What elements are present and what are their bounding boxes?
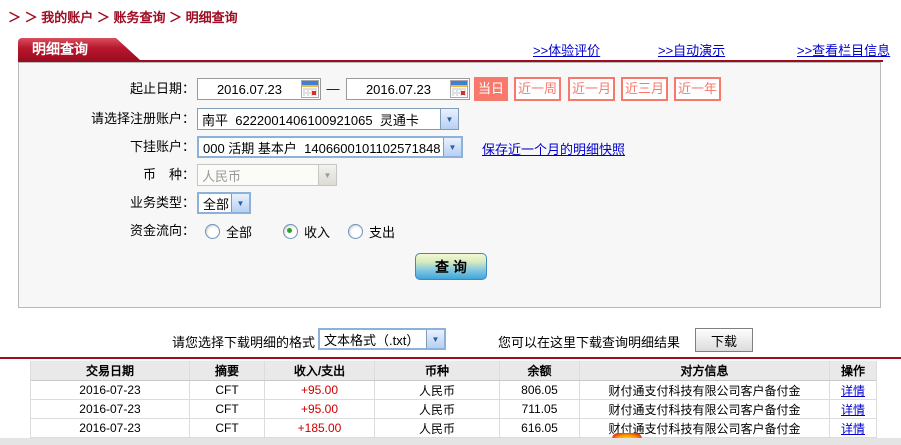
header-counterparty: 对方信息	[580, 361, 830, 380]
flow-option-label: 全部	[226, 224, 253, 240]
cell-amount: +95.00	[265, 381, 375, 399]
radio-icon[interactable]	[348, 223, 363, 239]
tab-detail-query[interactable]: 明细查询	[18, 38, 140, 60]
breadcrumb[interactable]: ＞ ＞ 我的账户 ＞ 账务查询 ＞ 明细查询	[8, 7, 238, 26]
chevron-down-icon[interactable]: ▼	[443, 138, 461, 156]
cell-summary: CFT	[190, 419, 265, 437]
table-body: 2016-07-23 CFT +95.00 人民币 806.05 财付通支付科技…	[31, 381, 876, 438]
flow-radio-expense[interactable]: 支出	[348, 222, 395, 240]
biz-type-select[interactable]: 全部 ▼	[197, 192, 251, 214]
save-snapshot-link[interactable]: 保存近一个月的明细快照	[482, 139, 625, 158]
query-button[interactable]: 查 询	[415, 253, 487, 280]
download-button[interactable]: 下载	[695, 328, 753, 352]
download-format-select[interactable]: 文本格式（.txt） ▼	[318, 328, 446, 350]
table-row: 2016-07-23 CFT +185.00 人民币 616.05 财付通支付科…	[31, 419, 876, 438]
flow-radio-income[interactable]: 收入	[283, 222, 330, 240]
download-format-label: 请您选择下载明细的格式	[172, 335, 316, 350]
chevron-down-icon[interactable]: ▼	[426, 330, 444, 348]
chevron-down-icon: ▼	[318, 165, 336, 185]
cell-balance: 806.05	[500, 381, 580, 399]
header-date: 交易日期	[31, 361, 190, 380]
cell-amount: +185.00	[265, 419, 375, 437]
currency-value: 人民币	[202, 168, 242, 184]
flow-label: 资金流向：	[129, 223, 195, 238]
header-summary: 摘要	[190, 361, 265, 380]
header-currency: 币种	[375, 361, 500, 380]
sub-account-value: 000 活期 基本户 1406600101102571848	[203, 140, 441, 156]
cell-balance: 711.05	[500, 400, 580, 418]
sub-account-select[interactable]: 000 活期 基本户 1406600101102571848 ▼	[197, 136, 463, 158]
biz-type-value: 全部	[203, 196, 230, 212]
cell-amount: +95.00	[265, 400, 375, 418]
cell-balance: 616.05	[500, 419, 580, 437]
chevron-down-icon[interactable]: ▼	[440, 109, 458, 129]
currency-select-disabled: 人民币 ▼	[197, 164, 337, 186]
detail-query-page: ＞ ＞ 我的账户 ＞ 账务查询 ＞ 明细查询 明细查询 >>体验评价 >>自动演…	[0, 0, 901, 445]
flow-radio-all[interactable]: 全部	[205, 222, 252, 240]
header-amount: 收入/支出	[265, 361, 375, 380]
sub-account-label: 下挂账户：	[129, 139, 195, 154]
flow-option-label: 收入	[304, 224, 331, 240]
header-action: 操作	[840, 364, 865, 378]
date-range-dash: —	[326, 81, 340, 96]
cell-counterparty: 财付通支付科技有限公司客户备付金	[580, 381, 830, 399]
currency-label: 币 种：	[142, 167, 195, 182]
calendar-icon[interactable]	[301, 80, 319, 98]
flow-option-label: 支出	[369, 224, 396, 240]
calendar-icon[interactable]	[450, 80, 468, 98]
quick-button-week[interactable]: 近一周	[514, 77, 561, 101]
date-to-input[interactable]: 2016.07.23	[346, 78, 470, 100]
cell-currency: 人民币	[375, 419, 500, 437]
radio-checked-icon[interactable]	[283, 223, 298, 239]
link-experience-rating[interactable]: >>体验评价	[533, 40, 600, 59]
footer-strip	[0, 438, 901, 445]
cell-summary: CFT	[190, 381, 265, 399]
cell-summary: CFT	[190, 400, 265, 418]
quick-button-3months[interactable]: 近三月	[621, 77, 668, 101]
radio-icon[interactable]	[205, 223, 220, 239]
account-label: 请选择注册账户：	[90, 111, 195, 126]
header-balance: 余额	[500, 361, 580, 380]
table-header-row: 交易日期 摘要 收入/支出 币种 余额 对方信息 操作	[31, 361, 876, 381]
link-view-column-info[interactable]: >>查看栏目信息	[797, 40, 890, 59]
date-range-label: 起止日期：	[129, 81, 195, 96]
quick-button-year[interactable]: 近一年	[674, 77, 721, 101]
biz-type-label: 业务类型：	[129, 195, 195, 210]
detail-link[interactable]: 详情	[841, 382, 865, 399]
cell-counterparty: 财付通支付科技有限公司客户备付金	[580, 400, 830, 418]
detail-link[interactable]: 详情	[841, 420, 865, 437]
detail-link[interactable]: 详情	[841, 401, 865, 418]
date-from-input[interactable]: 2016.07.23	[197, 78, 321, 100]
table-row: 2016-07-23 CFT +95.00 人民币 806.05 财付通支付科技…	[31, 381, 876, 400]
date-from-value[interactable]: 2016.07.23	[198, 82, 301, 97]
download-hint: 您可以在这里下载查询明细结果	[498, 335, 681, 350]
table-row: 2016-07-23 CFT +95.00 人民币 711.05 财付通支付科技…	[31, 400, 876, 419]
cell-date: 2016-07-23	[31, 400, 190, 418]
query-form-panel: 起止日期： 2016.07.23 — 2016.07.23 当日 近一周 近一月…	[18, 62, 881, 308]
registered-account-select[interactable]: 南平 6222001406100921065 灵通卡 ▼	[197, 108, 459, 130]
quick-button-today[interactable]: 当日	[474, 77, 508, 101]
cell-currency: 人民币	[375, 400, 500, 418]
quick-button-month[interactable]: 近一月	[568, 77, 615, 101]
table-top-rule	[0, 357, 901, 359]
chevron-down-icon[interactable]: ▼	[231, 194, 249, 212]
results-table: 交易日期 摘要 收入/支出 币种 余额 对方信息 操作 2016-07-23 C…	[30, 361, 877, 438]
registered-account-value: 南平 6222001406100921065 灵通卡	[202, 112, 419, 128]
link-auto-demo[interactable]: >>自动演示	[658, 40, 725, 59]
cell-date: 2016-07-23	[31, 419, 190, 437]
date-to-value[interactable]: 2016.07.23	[347, 82, 450, 97]
cell-currency: 人民币	[375, 381, 500, 399]
cell-date: 2016-07-23	[31, 381, 190, 399]
download-format-value: 文本格式（.txt）	[324, 332, 420, 348]
